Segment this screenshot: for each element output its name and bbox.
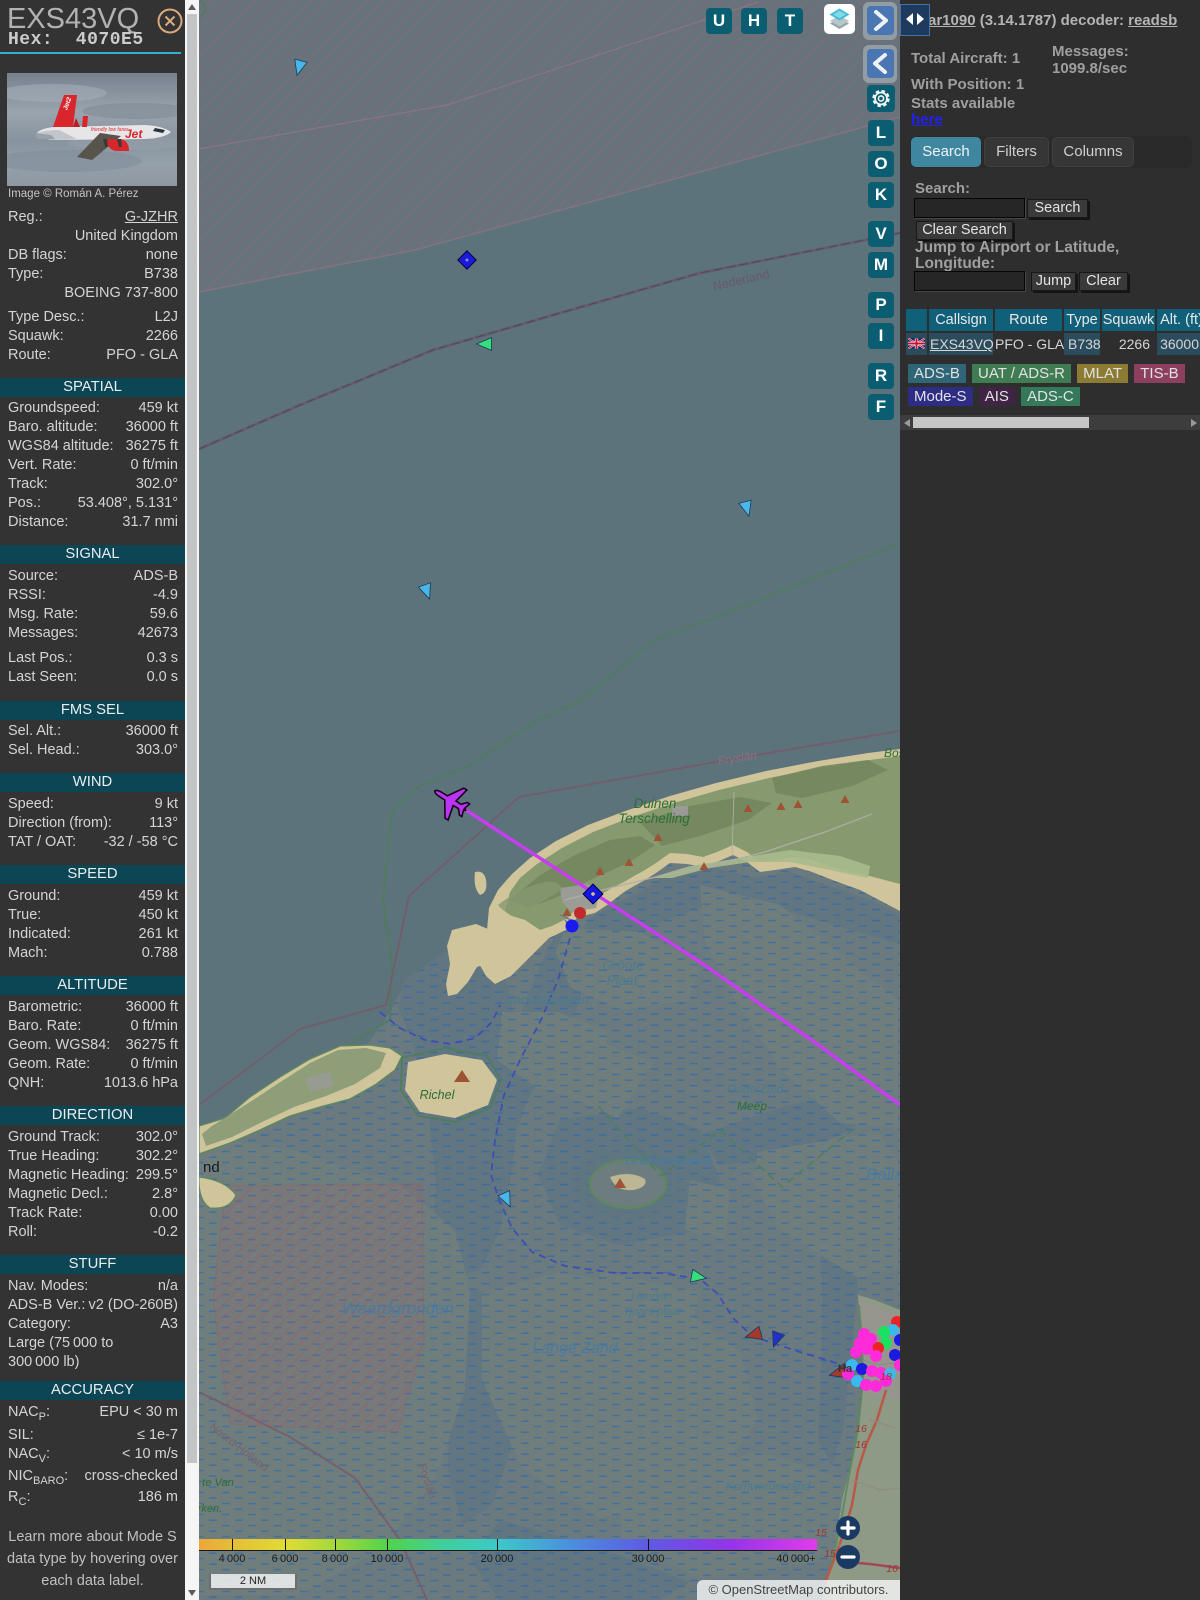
svg-text:te Van: te Van xyxy=(202,1477,233,1489)
svg-text:nd: nd xyxy=(203,1159,220,1176)
svg-text:Grienderwaard: Grienderwaard xyxy=(625,1153,712,1168)
svg-text:Meep: Meep xyxy=(737,1099,767,1113)
svg-text:16: 16 xyxy=(855,1423,867,1435)
svg-text:Waardgronden: Waardgronden xyxy=(342,1299,454,1318)
svg-text:Gröote: Gröote xyxy=(602,958,643,973)
svg-text:rken.: rken. xyxy=(199,1503,222,1515)
svg-text:Jacobsruggen: Jacobsruggen xyxy=(506,992,589,1007)
svg-text:15: 15 xyxy=(815,1527,827,1539)
svg-text:Lange Zand: Lange Zand xyxy=(532,1340,619,1357)
svg-text:Oude Zuid: Oude Zuid xyxy=(727,1082,783,1096)
svg-text:Hendrik-: Hendrik- xyxy=(631,1291,673,1303)
svg-text:Ha: Ha xyxy=(838,1363,853,1375)
svg-text:Duinen: Duinen xyxy=(634,796,677,811)
svg-text:Terschelling: Terschelling xyxy=(618,811,690,826)
svg-text:Plaat: Plaat xyxy=(607,973,639,988)
svg-text:Tjaars-plaat: Tjaars-plaat xyxy=(623,1306,682,1318)
svg-text:Kornwerderzand: Kornwerderzand xyxy=(726,1481,811,1493)
svg-text:18: 18 xyxy=(880,1371,892,1383)
svg-text:16: 16 xyxy=(855,1439,867,1451)
svg-text:Ballastplaa: Ballastplaa xyxy=(866,1165,900,1184)
svg-text:Richel: Richel xyxy=(420,1088,456,1102)
svg-text:Boschpl: Boschpl xyxy=(884,746,900,760)
svg-text:friendly low fares: friendly low fares xyxy=(91,127,129,133)
svg-text:16: 16 xyxy=(886,1563,898,1575)
